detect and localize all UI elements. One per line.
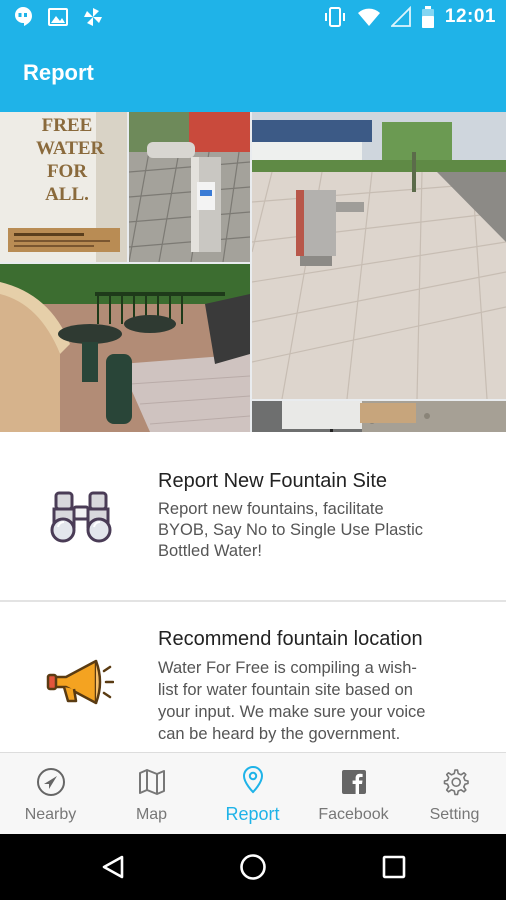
nav-label: Map bbox=[135, 806, 168, 823]
nav-label: Facebook bbox=[318, 806, 389, 823]
water-for-all-sign: FREE WATER FOR ALL. bbox=[0, 112, 127, 262]
desc-line: can be heard by the government. bbox=[158, 725, 401, 743]
status-bar: 12:01 bbox=[0, 0, 506, 36]
option-description: Water For Free is compiling a wish- list… bbox=[158, 657, 483, 745]
nav-nearby[interactable]: Nearby bbox=[0, 753, 101, 835]
option-title: Report New Fountain Site bbox=[158, 470, 388, 492]
battery-icon bbox=[421, 6, 434, 28]
sign-line: FREE bbox=[41, 115, 93, 136]
wifi-icon bbox=[357, 8, 380, 26]
app-bar: Report bbox=[0, 36, 506, 112]
back-icon[interactable] bbox=[100, 854, 126, 880]
binoculars-icon bbox=[50, 491, 112, 543]
vibrate-icon bbox=[324, 7, 345, 27]
facebook-icon bbox=[342, 770, 366, 794]
nav-label: Setting bbox=[429, 806, 480, 823]
pinwheel-icon bbox=[84, 8, 102, 26]
page-title: Report bbox=[23, 60, 94, 85]
desc-line: list for water fountain site based on bbox=[158, 681, 413, 699]
steel-fountain-tiles bbox=[129, 112, 250, 262]
recents-icon[interactable] bbox=[381, 854, 407, 880]
desc-line: Water For Free is compiling a wish- bbox=[158, 659, 417, 677]
nav-report[interactable]: Report bbox=[202, 753, 303, 835]
banner-collage: FREE WATER FOR ALL. bbox=[0, 112, 506, 432]
home-icon[interactable] bbox=[239, 853, 267, 881]
nav-label: Report bbox=[225, 804, 280, 824]
fountain-promenade bbox=[252, 112, 506, 399]
location-pin-icon bbox=[242, 765, 264, 794]
nav-setting[interactable]: Setting bbox=[404, 753, 505, 835]
green-fountain-park bbox=[0, 264, 250, 432]
report-new-fountain-option[interactable]: Report New Fountain Site Report new foun… bbox=[0, 432, 506, 600]
desc-line: BYOB, Say No to Single Use Plastic bbox=[158, 521, 424, 539]
option-description: Report new fountains, facilitate BYOB, S… bbox=[158, 499, 483, 562]
nav-facebook[interactable]: Facebook bbox=[303, 753, 404, 835]
desc-line: Bottled Water! bbox=[158, 542, 262, 560]
sign-line: WATER bbox=[36, 138, 105, 159]
option-title: Recommend fountain location bbox=[158, 628, 423, 650]
sign-line: ALL. bbox=[45, 184, 89, 205]
signal-icon bbox=[390, 6, 411, 27]
desc-line: Report new fountains, facilitate bbox=[158, 500, 384, 518]
recommend-location-option[interactable]: Recommend fountain location Water For Fr… bbox=[0, 602, 506, 752]
image-icon bbox=[48, 8, 68, 26]
map-icon bbox=[139, 769, 165, 795]
system-navigation-bar bbox=[0, 834, 506, 900]
megaphone-icon bbox=[46, 659, 114, 705]
sign-line: FOR bbox=[46, 161, 88, 182]
navigation-arrow-icon bbox=[37, 768, 65, 796]
fountain-stone-wall-photo bbox=[252, 401, 506, 432]
gear-icon bbox=[443, 769, 469, 796]
nav-label: Nearby bbox=[24, 806, 77, 823]
nav-map[interactable]: Map bbox=[101, 753, 202, 835]
hangouts-icon bbox=[15, 7, 32, 26]
bottom-navigation: Nearby Map Report Facebook Setting bbox=[0, 752, 506, 835]
clock: 12:01 bbox=[444, 6, 496, 27]
desc-line: your input. We make sure your voice bbox=[158, 703, 426, 721]
